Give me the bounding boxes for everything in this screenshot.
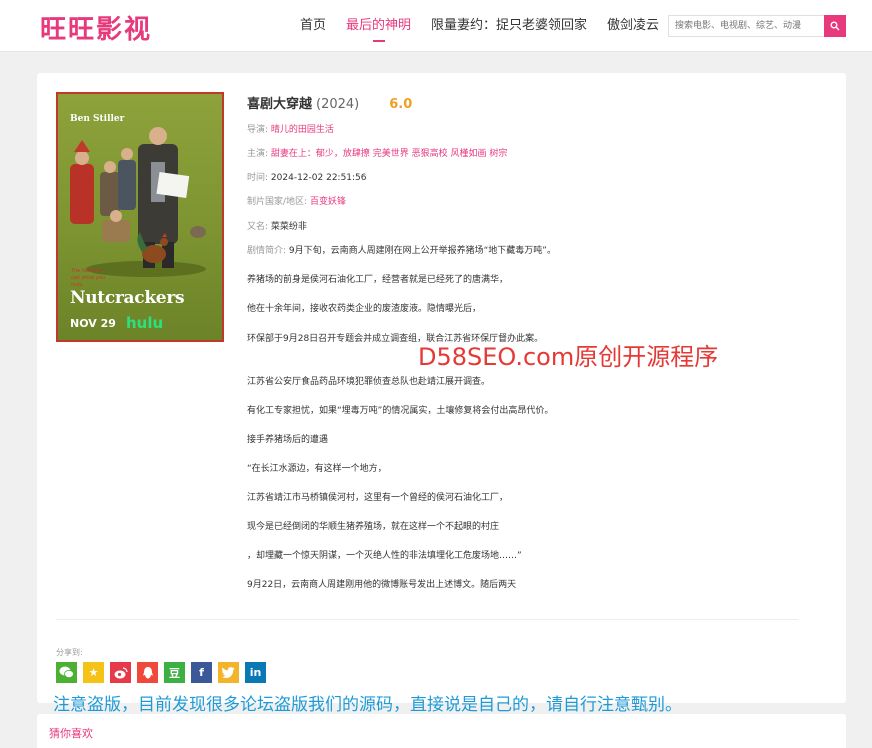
linkedin-icon[interactable]: in xyxy=(245,662,266,683)
region-label: 制片国家/地区: xyxy=(247,197,308,207)
weibo-glyph xyxy=(114,666,128,678)
poster-actor: Ben Stiller xyxy=(70,114,125,124)
alias-row: 又名: 菜菜纷非 xyxy=(247,219,307,232)
poster-title: Nutcrackers xyxy=(70,288,185,308)
intro-label: 剧情简介: xyxy=(247,246,287,256)
site-logo[interactable]: 旺旺影视 xyxy=(40,9,152,46)
movie-title: 喜剧大穿越 xyxy=(247,97,313,112)
nav-item-limited-wife[interactable]: 限量妻约：捉只老婆领回家 xyxy=(431,0,587,52)
movie-poster[interactable]: Ben Stiller The holidays can drive you n… xyxy=(56,92,224,342)
facebook-icon[interactable]: f xyxy=(191,662,212,683)
intro-paragraph: 9月22日，云南商人周建刚用他的微博账号发出上述博文。随后两天 xyxy=(247,580,517,590)
piracy-notice: 注意盗版，目前发现很多论坛盗版我们的源码，直接说是自己的，请自行注意甄别。 xyxy=(53,695,682,715)
movie-title-row: 喜剧大穿越 (2024) 6.0 xyxy=(247,93,412,112)
poster-artwork xyxy=(70,127,206,277)
share-label: 分享到: xyxy=(56,648,83,657)
intro-first-line: 9月下旬，云南商人周建刚在网上公开举报养猪场“地下藏毒万吨”。 xyxy=(288,246,556,256)
movie-year: (2024) xyxy=(316,97,360,112)
douban-icon[interactable]: 豆 xyxy=(164,662,185,683)
region-row: 制片国家/地区: 百变妖锋 xyxy=(247,194,346,207)
alias-label: 又名: xyxy=(247,222,269,232)
time-label: 时间: xyxy=(247,173,269,183)
region-link[interactable]: 百变妖锋 xyxy=(310,197,346,207)
director-label: 导演: xyxy=(247,125,269,135)
cast-label: 主演: xyxy=(247,149,269,159)
recommend-title: 猜你喜欢 xyxy=(49,727,93,740)
recommend-card: 猜你喜欢 xyxy=(37,714,846,748)
time-value: 2024-12-02 22:51:56 xyxy=(270,173,367,183)
search-button[interactable] xyxy=(824,15,846,37)
qzone-icon[interactable]: ★ xyxy=(83,662,104,683)
search-icon xyxy=(830,21,840,31)
intro-paragraph: 江苏省公安厅食品药品环境犯罪侦查总队也赴靖江展开调查。 xyxy=(247,377,491,387)
intro-paragraph: 接手养猪场后的遭遇 xyxy=(247,435,329,445)
time-row: 时间: 2024-12-02 22:51:56 xyxy=(247,170,367,183)
qq-icon[interactable] xyxy=(137,662,158,683)
poster-date: NOV 29 xyxy=(70,317,116,330)
main-nav: 首页 最后的神明 限量妻约：捉只老婆领回家 傲剑凌云 xyxy=(300,0,679,52)
movie-score: 6.0 xyxy=(389,97,413,112)
intro-row: 剧情简介: 9月下旬，云南商人周建刚在网上公开举报养猪场“地下藏毒万吨”。 xyxy=(247,243,556,256)
site-header: 旺旺影视 首页 最后的神明 限量妻约：捉只老婆领回家 傲剑凌云 xyxy=(0,0,872,52)
alias-value: 菜菜纷非 xyxy=(270,222,307,232)
nav-item-sword[interactable]: 傲剑凌云 xyxy=(607,0,659,52)
director-row: 导演: 晴儿的田园生活 xyxy=(247,122,334,135)
poster-brand: hulu xyxy=(126,314,164,332)
cast-row: 主演: 甜妻在上：郁少，放肆撩 完美世界 恶狠高校 风槿如画 树宗 xyxy=(247,146,507,159)
search-input[interactable] xyxy=(668,15,824,37)
intro-paragraph: 养猪场的前身是侯河石油化工厂，经营者就是已经死了的唐满华， xyxy=(247,275,509,285)
intro-paragraph: 他在十余年间，接收农药类企业的废渣废液。隐情曝光后， xyxy=(247,304,482,314)
intro-paragraph: 有化工专家担忧，如果“埋毒万吨”的情况属实，土壤修复将会付出高昂代价。 xyxy=(247,406,554,416)
wechat-icon[interactable] xyxy=(56,662,77,683)
cast-links[interactable]: 甜妻在上：郁少，放肆撩 完美世界 恶狠高校 风槿如画 树宗 xyxy=(271,149,507,159)
share-buttons: ★ 豆 f in xyxy=(56,662,272,683)
wechat-glyph xyxy=(59,666,74,678)
director-link[interactable]: 晴儿的田园生活 xyxy=(271,125,334,135)
nav-item-home[interactable]: 首页 xyxy=(300,0,326,52)
poster-tagline: The holidays can drive you nuts. xyxy=(71,268,106,288)
intro-paragraph: 江苏省靖江市马桥镇侯河村，这里有一个曾经的侯河石油化工厂， xyxy=(247,493,509,503)
twitter-icon[interactable] xyxy=(218,662,239,683)
twitter-glyph xyxy=(222,667,235,678)
qq-glyph xyxy=(142,666,153,678)
nav-item-last-god[interactable]: 最后的神明 xyxy=(346,0,411,52)
content-divider xyxy=(56,619,798,620)
intro-paragraph: ，却埋藏一个惊天阴谋，一个灭绝人性的非法填埋化工危废场地……” xyxy=(247,551,522,561)
weibo-icon[interactable] xyxy=(110,662,131,683)
movie-detail-card: Ben Stiller The holidays can drive you n… xyxy=(37,73,846,703)
intro-paragraph: “在长江水源边，有这样一个地方， xyxy=(247,464,387,474)
watermark-text: D58SEO.com原创开源程序 xyxy=(418,343,719,371)
intro-paragraph: 现今是已经倒闭的华顺生猪养殖场，就在这样一个不起眼的村庄 xyxy=(247,522,500,532)
